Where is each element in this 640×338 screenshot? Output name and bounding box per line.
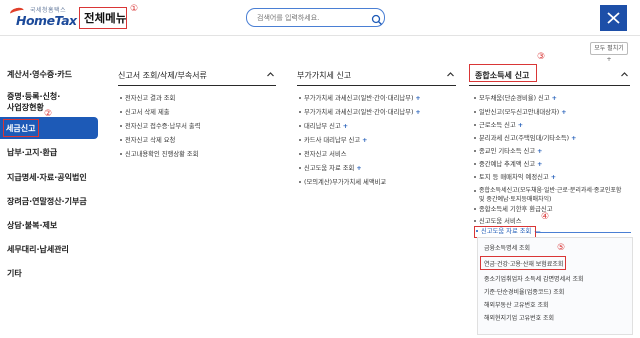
menu-item[interactable]: 중간예납 추계액 신고 + [474, 161, 542, 169]
menu-item-continuation[interactable]: 및 중간예납·토지등매매차익) [479, 196, 551, 204]
column-title-income-tax[interactable]: 종합소득세 신고 [475, 70, 529, 81]
sidebar-item-certificate-line2[interactable]: 사업장현황 [7, 102, 44, 114]
chevron-up-icon[interactable] [446, 70, 455, 79]
plus-icon: + [342, 123, 349, 130]
marker-4: ④ [541, 212, 550, 222]
plus-icon: + [551, 95, 557, 102]
marker-3: ③ [537, 52, 546, 62]
menu-item[interactable]: 신고도움 자료 조회 + [299, 165, 362, 173]
menu-item[interactable]: 종교인 기타소득 신고 + [474, 148, 542, 156]
chevron-up-icon[interactable] [266, 70, 275, 79]
menu-item-tax-help-data[interactable]: 신고도움 자료 조회— [476, 228, 541, 236]
search-icon[interactable] [371, 11, 383, 25]
sidebar-item-consult[interactable]: 상담·불복·제보 [7, 220, 57, 232]
plus-icon: + [537, 161, 543, 168]
menu-item[interactable]: 부가가치세 과세신고(일반·간이·대리납부) + [299, 109, 421, 117]
plus-icon: + [571, 135, 577, 142]
column-divider [469, 85, 630, 86]
sub-menu-item[interactable]: 금융소득명세 조회 [484, 243, 530, 252]
plus-icon: + [561, 109, 567, 116]
sub-menu-item[interactable]: 해외현지기업 고유번호 조회 [484, 313, 554, 322]
plus-icon: + [415, 95, 421, 102]
plus-icon: + [537, 148, 543, 155]
search-input[interactable] [257, 12, 367, 24]
marker-5: ⑤ [557, 243, 566, 253]
menu-item[interactable]: 신고서 삭제 제출 [120, 109, 170, 117]
logo-text: HomeTax [16, 13, 77, 28]
sub-menu-item[interactable]: 중소기업취업자 소득세 감면명세서 조회 [484, 274, 584, 283]
menu-item[interactable]: 전자신고 결과 조회 [120, 95, 175, 103]
menu-item[interactable]: 대리납부 신고 + [299, 123, 348, 131]
header-bar: 국세청홈택스 HomeTax 전체메뉴 ① [0, 0, 640, 36]
plus-icon: + [356, 165, 362, 172]
menu-item[interactable]: 전자신고 삭제 요청 [120, 137, 175, 145]
menu-item[interactable]: 신고도움 서비스 [474, 218, 522, 226]
menu-item[interactable]: (모의계산)부가가치세 세액비교 [299, 179, 386, 187]
menu-item[interactable]: 근로소득 신고 + [474, 122, 523, 130]
expand-all-button[interactable]: 모두 펼치기 + [590, 42, 628, 63]
menu-item[interactable]: 분리과세 신고(주택임대/기타소득) + [474, 135, 576, 143]
chevron-up-icon[interactable] [620, 70, 629, 79]
menu-item[interactable]: 신고내용확인 진행상황 조회 [120, 151, 199, 159]
sidebar-item-etc[interactable]: 기타 [7, 268, 22, 280]
expanded-item-underline [536, 232, 631, 233]
search-box[interactable] [246, 8, 385, 27]
sidebar-item-statement[interactable]: 지급명세·자료·공익법인 [7, 172, 87, 184]
column-title-vat[interactable]: 부가가치세 신고 [297, 70, 351, 81]
menu-item[interactable]: 전자신고 접수증·납부서 출력 [120, 123, 201, 131]
sidebar-item-incentive[interactable]: 장려금·연말정산·기부금 [7, 196, 87, 208]
close-button[interactable] [600, 5, 627, 31]
menu-item[interactable]: 일반신고(모두신고안내대상자) + [474, 109, 567, 117]
sidebar-item-label-tax-filing: 세금신고 [6, 124, 36, 133]
sidebar-item-agent[interactable]: 세무대리·납세관리 [7, 244, 69, 256]
column-divider [297, 85, 456, 86]
plus-icon: + [517, 122, 524, 129]
sub-menu-item[interactable]: 해외부동산 고유번호 조회 [484, 300, 549, 309]
menu-item[interactable]: 종합소득세신고(모두채움·일반·근로·분리과세·종교인포함 [474, 187, 621, 195]
sidebar-item-payment[interactable]: 납부·고지·환급 [7, 147, 57, 159]
marker-1: ① [130, 4, 139, 14]
page-title: 전체메뉴 [84, 11, 127, 25]
sub-menu-item-insurance[interactable]: 연금·건강·고용·산재 보험료조회 [484, 259, 563, 268]
menu-item[interactable]: 카드사 대리납부 신고 + [299, 137, 367, 145]
menu-item[interactable]: 토지 등 매매차익 예정신고 + [474, 174, 556, 182]
marker-2: ② [44, 109, 53, 119]
sub-menu-item[interactable]: 기준·단순경비율(업종코드) 조회 [484, 287, 564, 296]
plus-icon: + [550, 174, 557, 181]
menu-item[interactable]: 모두채움(단순경비율) 신고 + [474, 95, 557, 103]
menu-item[interactable]: 전자신고 서비스 [299, 151, 347, 159]
column-divider [118, 85, 276, 86]
sidebar-item-invoice[interactable]: 계산서·영수증·카드 [7, 69, 72, 81]
menu-item[interactable]: 부가가치세 과세신고(일반·간이·대리납부) + [299, 95, 421, 103]
plus-icon: + [415, 109, 421, 116]
column-title-report-inquiry[interactable]: 신고서 조회/삭제/부속서류 [118, 70, 207, 81]
close-icon [607, 12, 620, 24]
hometax-logo[interactable]: 국세청홈택스 HomeTax [8, 5, 77, 31]
plus-icon: + [362, 137, 368, 144]
